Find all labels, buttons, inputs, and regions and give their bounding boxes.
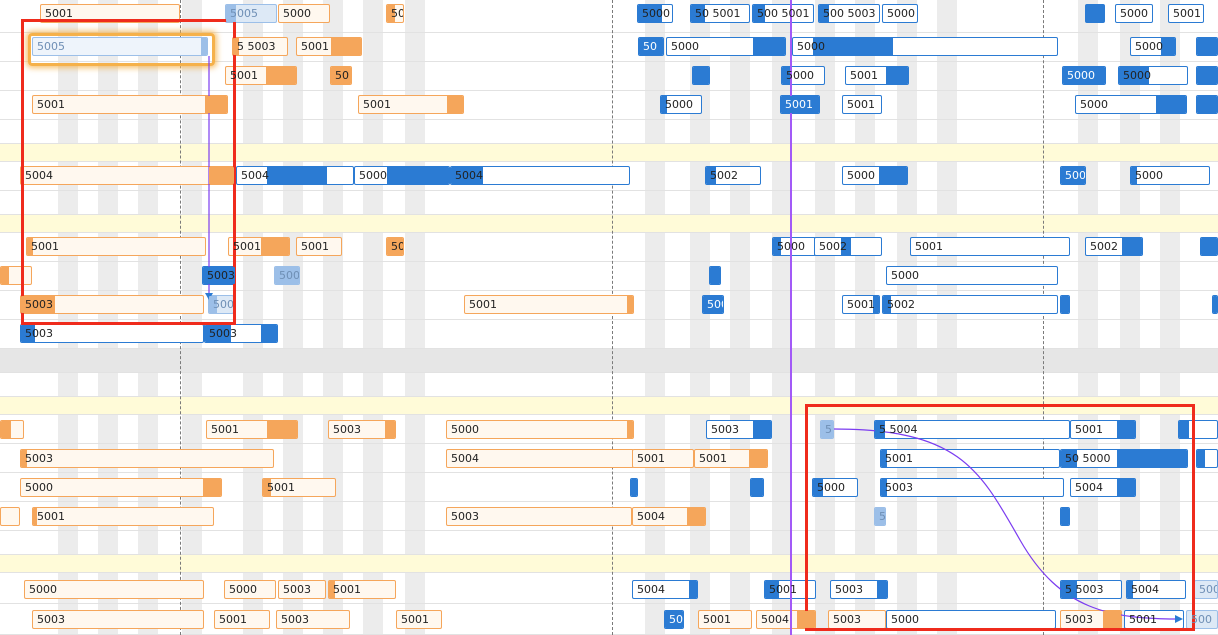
gantt-chart: 5001 5005 5000 50 5000 50 5001 500 5001 … [0,0,1218,635]
task-bar[interactable]: 50 5000 [1060,449,1188,468]
task-bar[interactable]: 50 [386,237,404,256]
task-bar[interactable]: 50 [664,610,684,629]
task-bar[interactable] [1060,295,1070,314]
task-bar[interactable] [1200,237,1218,256]
task-bar[interactable]: 5 [874,507,886,526]
task-bar[interactable]: 5001 [780,95,820,114]
task-bar[interactable]: 50 [330,66,352,85]
task-bar[interactable]: 500 [1060,166,1086,185]
task-bar[interactable] [692,66,710,85]
task-bar[interactable]: 5001 [1168,4,1204,23]
task-bar[interactable]: 5000 [637,4,673,23]
dependency-links [205,56,1183,623]
task-bar[interactable]: 500 5001 [752,4,814,23]
task-bar[interactable]: 5000 [1130,37,1176,56]
task-bar[interactable]: 5000 [354,166,450,185]
task-bar[interactable]: 500 [274,266,300,285]
task-bar[interactable]: 500 [1194,580,1218,599]
task-bar[interactable] [1196,66,1218,85]
task-bar[interactable] [1196,37,1218,56]
task-bar[interactable]: 5001 [842,295,880,314]
task-bar[interactable]: 5 [820,420,834,439]
task-bar[interactable]: 500 [208,295,234,314]
task-bar[interactable]: 50 [638,37,664,56]
task-bar[interactable]: 5003 [830,580,888,599]
task-bar[interactable]: 5003 [1060,610,1122,629]
task-bar[interactable]: 500 5003 [818,4,880,23]
task-bar[interactable]: 5001 [228,237,290,256]
task-bar[interactable]: 5002 [1085,237,1143,256]
task-bar[interactable]: 5004 [756,610,816,629]
task-bar[interactable]: 5000 [1115,4,1153,23]
task-bar[interactable]: 5000 [882,4,918,23]
task-bar[interactable]: 50 [386,4,404,23]
task-bar[interactable] [1196,95,1218,114]
task-bar[interactable]: 5003 [702,295,724,314]
task-bar[interactable] [709,266,721,285]
task-bar[interactable] [630,478,638,497]
task-bar[interactable] [1060,507,1070,526]
task-bar[interactable]: 5003 [202,266,236,285]
task-bar[interactable] [750,478,764,497]
dependency-arrowhead [1175,615,1183,623]
task-bar[interactable]: 5001 [845,66,909,85]
task-bar[interactable]: 5000 [1062,66,1106,85]
